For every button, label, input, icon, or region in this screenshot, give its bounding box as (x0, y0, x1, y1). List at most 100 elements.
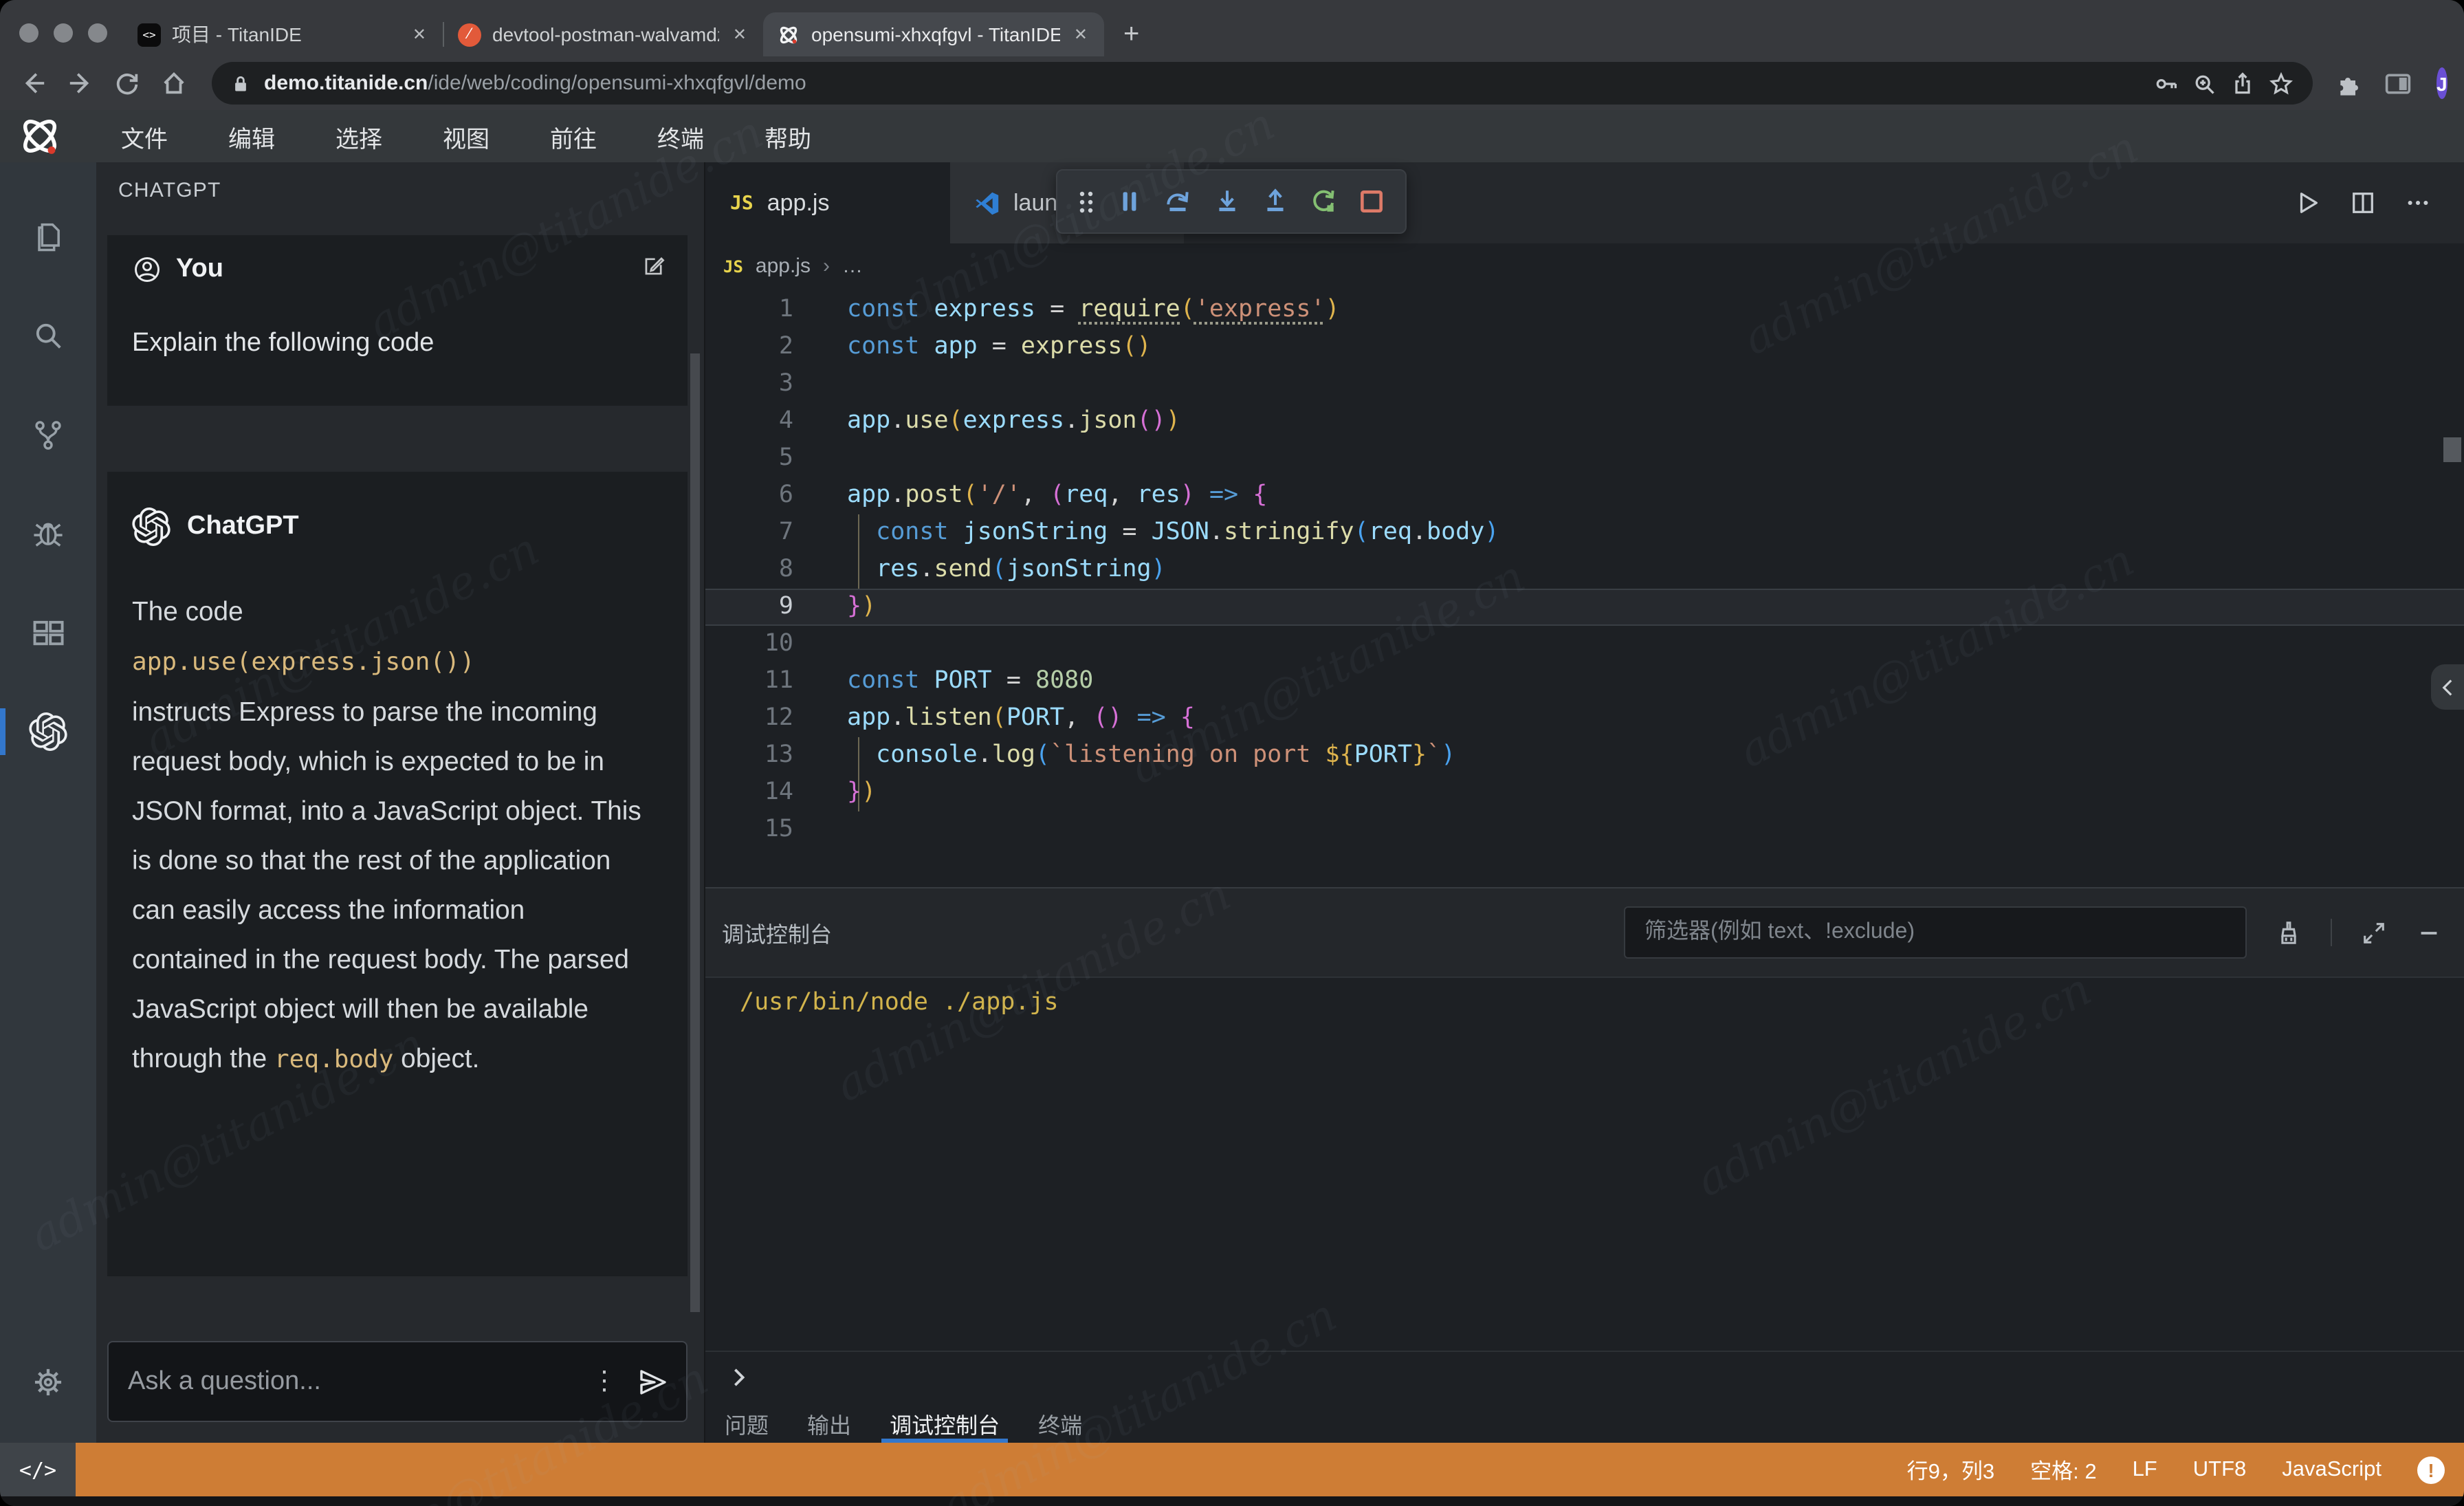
line-number[interactable]: 10 (705, 626, 793, 663)
close-tab-icon[interactable]: ✕ (410, 25, 429, 44)
extensions-puzzle-icon[interactable] (2335, 69, 2362, 97)
encoding[interactable]: UTF8 (2193, 1457, 2247, 1482)
new-tab-button[interactable]: + (1123, 19, 1139, 51)
breadcrumb-file[interactable]: app.js (756, 254, 811, 278)
editor-tab-appjs[interactable]: JS app.js (705, 162, 950, 243)
breadcrumb-more[interactable]: … (842, 254, 863, 278)
source-control-icon[interactable] (0, 385, 96, 484)
browser-tab-opensumi[interactable]: opensumi-xhxqfgvl - TitanIDE ✕ (763, 12, 1104, 56)
line-number[interactable]: 1 (705, 292, 793, 329)
line-number[interactable]: 9 (705, 589, 793, 626)
line-number[interactable]: 13 (705, 737, 793, 774)
menu-edit[interactable]: 编辑 (198, 119, 305, 153)
line-number[interactable]: 3 (705, 366, 793, 403)
close-tab-icon[interactable]: ✕ (730, 25, 749, 44)
menu-file[interactable]: 文件 (91, 119, 198, 153)
code-line[interactable]: 5 (705, 440, 2464, 477)
step-over-icon[interactable] (1164, 187, 1193, 216)
breadcrumb[interactable]: JS app.js › … (705, 243, 2464, 289)
code-line[interactable]: 6app.post('/', (req, res) => { (705, 477, 2464, 514)
line-number[interactable]: 2 (705, 329, 793, 366)
console-input-row[interactable] (705, 1351, 2464, 1403)
forward-icon[interactable] (60, 64, 99, 102)
eol-indicator[interactable]: LF (2133, 1457, 2157, 1482)
line-number[interactable]: 6 (705, 477, 793, 514)
browser-tab-postman[interactable]: ⁄ devtool-postman-walvamdz - TitanIDE ✕ (444, 12, 763, 56)
chat-options-kebab-icon[interactable]: ⋮ (572, 1366, 637, 1397)
cursor-position[interactable]: 行9，列3 (1907, 1454, 1995, 1485)
code-line[interactable]: 2const app = express() (705, 329, 2464, 366)
code-line[interactable]: 8 res.send(jsonString) (705, 552, 2464, 589)
close-window-button[interactable] (19, 23, 38, 43)
chatgpt-icon[interactable] (0, 682, 96, 781)
line-number[interactable]: 5 (705, 440, 793, 477)
code-line[interactable]: 3 (705, 366, 2464, 403)
menu-help[interactable]: 帮助 (734, 119, 842, 153)
clear-console-icon[interactable] (2276, 919, 2302, 946)
editor-scrollbar-thumb[interactable] (2443, 437, 2461, 462)
lock-icon[interactable] (231, 74, 250, 93)
settings-gear-icon[interactable] (0, 1349, 96, 1415)
code-line[interactable]: 9}) (705, 589, 2464, 626)
line-number[interactable]: 15 (705, 811, 793, 849)
debug-console-output[interactable]: /usr/bin/node ./app.js (705, 978, 2464, 1351)
maximize-panel-icon[interactable] (2361, 919, 2387, 946)
line-number[interactable]: 4 (705, 403, 793, 440)
tab-debug-console[interactable]: 调试控制台 (870, 1403, 1019, 1443)
restart-icon[interactable] (1309, 187, 1338, 216)
window-controls[interactable] (19, 23, 107, 43)
bookmark-star-icon[interactable] (2269, 71, 2294, 96)
code-line[interactable]: 7 const jsonString = JSON.stringify(req.… (705, 514, 2464, 552)
line-number[interactable]: 12 (705, 700, 793, 737)
stop-icon[interactable] (1357, 187, 1386, 216)
code-line[interactable]: 1const express = require('express') (705, 292, 2464, 329)
share-icon[interactable] (2230, 71, 2255, 96)
menu-view[interactable]: 视图 (412, 119, 520, 153)
edit-message-icon[interactable] (642, 254, 666, 278)
browser-tab-project[interactable]: <> 项目 - TitanIDE ✕ (124, 12, 443, 56)
zoom-icon[interactable] (2192, 71, 2216, 96)
more-actions-icon[interactable] (2405, 190, 2431, 216)
notification-icon[interactable]: ! (2417, 1456, 2445, 1483)
code-line[interactable]: 13 console.log(`listening on port ${PORT… (705, 737, 2464, 774)
remote-indicator[interactable]: </> (0, 1443, 76, 1496)
debug-bug-icon[interactable] (0, 484, 96, 583)
code-line[interactable]: 4app.use(express.json()) (705, 403, 2464, 440)
run-icon[interactable] (2295, 190, 2321, 216)
tab-problems[interactable]: 问题 (705, 1403, 788, 1443)
minimize-window-button[interactable] (54, 23, 73, 43)
ask-question-input[interactable] (125, 1365, 572, 1398)
code-line[interactable]: 15 (705, 811, 2464, 849)
send-icon[interactable] (637, 1365, 670, 1398)
extensions-icon[interactable] (0, 583, 96, 682)
menu-go[interactable]: 前往 (520, 119, 627, 153)
address-bar[interactable]: demo.titanide.cn/ide/web/coding/opensumi… (212, 62, 2313, 105)
code-line[interactable]: 10 (705, 626, 2464, 663)
explorer-files-icon[interactable] (0, 187, 96, 286)
menu-selection[interactable]: 选择 (305, 119, 412, 153)
line-number[interactable]: 14 (705, 774, 793, 811)
drag-handle-icon[interactable] (1077, 188, 1096, 215)
profile-avatar[interactable]: J (2436, 67, 2448, 99)
line-number[interactable]: 8 (705, 552, 793, 589)
password-key-icon[interactable] (2153, 71, 2178, 96)
code-line[interactable]: 11const PORT = 8080 (705, 663, 2464, 700)
tab-terminal[interactable]: 终端 (1019, 1403, 1101, 1443)
zoom-window-button[interactable] (88, 23, 107, 43)
minimize-panel-icon[interactable] (2416, 919, 2442, 946)
code-line[interactable]: 14}) (705, 774, 2464, 811)
collapse-sidebar-icon[interactable] (2431, 664, 2464, 710)
split-editor-icon[interactable] (2350, 190, 2376, 216)
home-icon[interactable] (154, 64, 192, 102)
indentation[interactable]: 空格: 2 (2030, 1454, 2096, 1485)
step-out-icon[interactable] (1260, 187, 1289, 216)
line-number[interactable]: 7 (705, 514, 793, 552)
language-mode[interactable]: JavaScript (2282, 1457, 2382, 1482)
tab-output[interactable]: 输出 (788, 1403, 870, 1443)
side-panel-icon[interactable] (2384, 69, 2412, 97)
pause-icon[interactable] (1116, 187, 1145, 216)
code-line[interactable]: 12app.listen(PORT, () => { (705, 700, 2464, 737)
console-filter-input[interactable] (1642, 919, 2229, 946)
search-icon[interactable] (0, 286, 96, 385)
step-into-icon[interactable] (1212, 187, 1241, 216)
